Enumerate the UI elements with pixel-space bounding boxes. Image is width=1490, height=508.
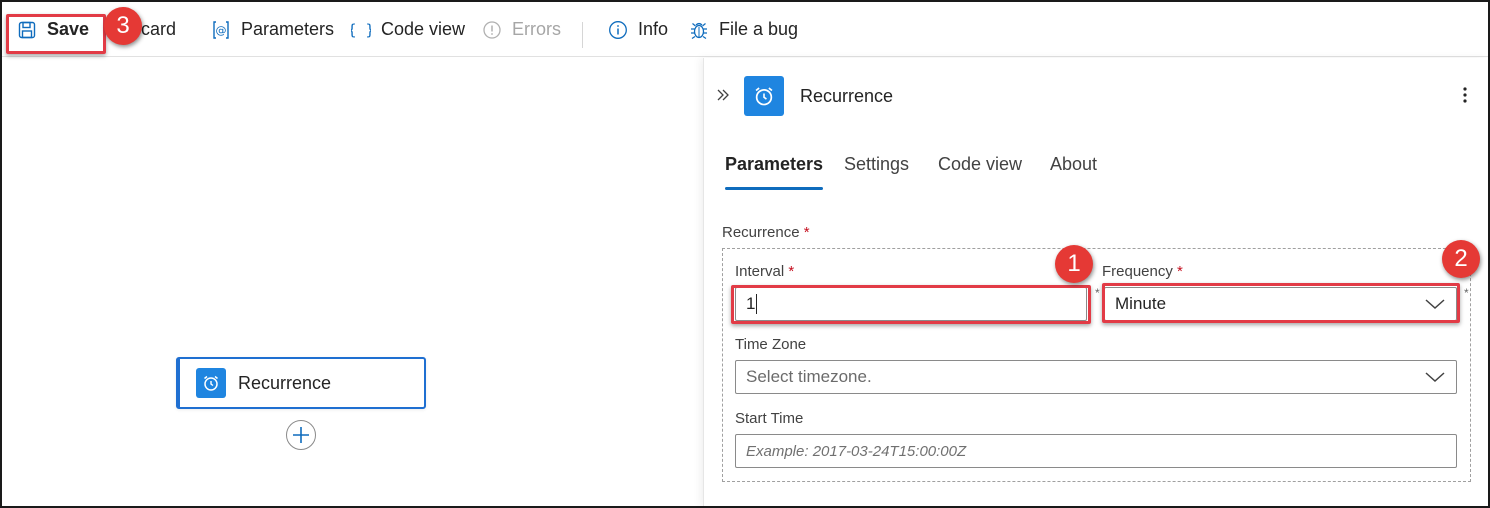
code-view-label: Code view <box>381 19 466 39</box>
step-badge-2: 2 <box>1442 240 1480 278</box>
interval-label-text: Interval <box>735 263 785 280</box>
info-button[interactable]: Info <box>607 2 668 57</box>
interval-highlight-box <box>731 285 1091 324</box>
required-marker: * <box>1177 263 1183 280</box>
step-badge-1: 1 <box>1055 245 1093 283</box>
plus-icon <box>293 427 309 443</box>
svg-text:@: @ <box>216 24 227 37</box>
more-options-button[interactable] <box>1458 82 1472 108</box>
recurrence-label-text: Recurrence <box>722 224 800 241</box>
frequency-label-text: Frequency <box>1102 263 1173 280</box>
bug-icon <box>688 19 710 41</box>
parameters-button[interactable]: @ Parameters <box>210 2 334 57</box>
timezone-dropdown[interactable]: Select timezone. <box>735 360 1457 394</box>
info-icon <box>607 19 629 41</box>
recurrence-group-label: Recurrence * <box>722 224 810 241</box>
errors-label: Errors <box>512 19 561 39</box>
recurrence-panel-icon <box>744 76 784 116</box>
panel-title: Recurrence <box>800 86 894 106</box>
error-icon <box>481 19 503 41</box>
designer-canvas[interactable] <box>2 58 702 506</box>
step-badge-3: 3 <box>104 7 142 45</box>
required-marker: * <box>803 224 810 241</box>
action-details-panel: Recurrence Parameters Settings Code view… <box>703 58 1488 506</box>
info-label: Info <box>638 19 669 39</box>
frequency-required-asterisk: * <box>1464 286 1469 300</box>
parameters-label: Parameters <box>241 19 335 39</box>
timezone-label: Time Zone <box>735 336 807 353</box>
file-bug-label: File a bug <box>719 19 799 39</box>
timezone-placeholder: Select timezone. <box>746 367 872 386</box>
add-step-button[interactable] <box>286 420 316 450</box>
svg-text:{ }: { } <box>351 21 371 39</box>
save-highlight-box <box>6 14 106 54</box>
tab-parameters[interactable]: Parameters <box>725 154 824 190</box>
designer-toolbar: Save Discard @ Parameters { } Code view … <box>2 2 1488 57</box>
more-vertical-icon <box>1463 87 1467 103</box>
double-chevron-icon <box>717 89 729 101</box>
start-time-input[interactable]: Example: 2017-03-24T15:00:00Z <box>735 434 1457 468</box>
file-bug-button[interactable]: File a bug <box>688 2 798 57</box>
parameters-icon: @ <box>210 19 232 41</box>
alarm-clock-icon <box>196 368 226 398</box>
start-time-placeholder: Example: 2017-03-24T15:00:00Z <box>746 442 967 460</box>
frequency-highlight-box <box>1102 283 1460 323</box>
start-time-label: Start Time <box>735 410 804 427</box>
recurrence-trigger-card[interactable]: Recurrence <box>176 357 426 409</box>
interval-required-asterisk: * <box>1095 286 1100 300</box>
toolbar-divider <box>582 22 583 48</box>
tab-about[interactable]: About <box>1050 154 1097 190</box>
braces-icon: { } <box>350 19 372 41</box>
tab-settings[interactable]: Settings <box>844 154 909 190</box>
errors-button[interactable]: Errors <box>481 2 561 57</box>
trigger-card-title: Recurrence <box>238 372 332 393</box>
code-view-button[interactable]: { } Code view <box>350 2 465 57</box>
tab-code-view[interactable]: Code view <box>938 154 1022 190</box>
interval-label: Interval * <box>735 263 794 280</box>
frequency-label: Frequency * <box>1102 263 1183 280</box>
collapse-panel-button[interactable] <box>712 84 734 106</box>
chevron-down-icon <box>1425 372 1445 383</box>
alarm-clock-icon <box>755 87 773 106</box>
required-marker: * <box>788 263 795 280</box>
